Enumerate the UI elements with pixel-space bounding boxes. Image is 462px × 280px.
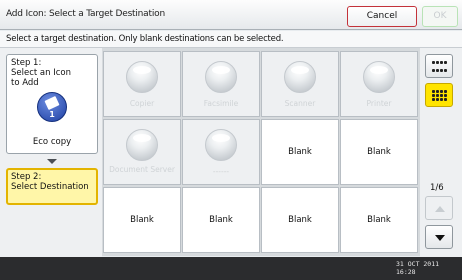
instruction-bar: Select a target destination. Only blank …: [0, 31, 462, 48]
destination-label: Scanner: [284, 99, 316, 108]
destination-label: Blank: [367, 215, 391, 225]
destination-label: Blank: [288, 215, 312, 225]
step-2-panel: Step 2: Select Destination: [6, 168, 98, 205]
cancel-button[interactable]: Cancel: [347, 6, 417, 27]
dots-grid-small-icon: [432, 61, 447, 72]
destination-label: Blank: [209, 215, 233, 225]
page-up-button[interactable]: [425, 196, 453, 220]
dots-grid-large-icon: [432, 90, 447, 101]
dialog-title: Add Icon: Select a Target Destination: [6, 9, 165, 19]
function-placeholder-icon: [126, 61, 158, 93]
instruction-text: Select a target destination. Only blank …: [6, 34, 284, 44]
step-1-panel: Step 1: Select an Icon to Add 1 Eco copy: [6, 54, 98, 154]
page-indicator: 1/6: [430, 183, 444, 193]
destination-label: ------: [212, 167, 230, 176]
destination-label: Facsimile: [203, 99, 239, 108]
function-placeholder-icon: [284, 61, 316, 93]
destination-cell[interactable]: Document Server: [103, 119, 181, 185]
function-placeholder-icon: [205, 129, 237, 161]
status-date: 31 OCT 2011: [396, 260, 440, 268]
destination-label: Blank: [130, 215, 154, 225]
status-time: 16:28: [396, 268, 416, 276]
function-placeholder-icon: [126, 129, 158, 161]
ok-button[interactable]: OK: [422, 6, 458, 27]
arrow-down-icon: [435, 235, 445, 241]
destination-cell[interactable]: Blank: [261, 187, 339, 253]
large-grid-view-button[interactable]: [425, 83, 453, 107]
destination-grid: Copier Facsimile Scanner Printer Document Se…: [102, 48, 420, 256]
destination-label: Document Server: [109, 165, 175, 174]
step-1-label: Step 1: Select an Icon to Add: [11, 58, 71, 88]
destination-label: Printer: [366, 99, 392, 108]
function-placeholder-icon: [205, 61, 237, 93]
destination-cell[interactable]: Blank: [103, 187, 181, 253]
function-placeholder-icon: [363, 61, 395, 93]
step-2-label: Step 2: Select Destination: [11, 172, 89, 192]
steps-panel: Step 1: Select an Icon to Add 1 Eco copy…: [0, 48, 102, 257]
view-sidebar: 1/6: [420, 48, 462, 257]
arrow-up-icon: [435, 206, 445, 212]
small-grid-view-button[interactable]: [425, 54, 453, 78]
destination-cell[interactable]: Printer: [340, 51, 418, 117]
icon-number: 1: [49, 110, 55, 119]
destination-cell[interactable]: Blank: [182, 187, 260, 253]
destination-cell[interactable]: ------: [182, 119, 260, 185]
destination-cell[interactable]: Blank: [261, 119, 339, 185]
destination-label: Blank: [367, 147, 391, 157]
selected-icon-label: Eco copy: [32, 137, 72, 147]
destination-cell[interactable]: Blank: [340, 187, 418, 253]
destination-label: Blank: [288, 147, 312, 157]
date-time: 31 OCT 2011 16:28: [396, 260, 439, 276]
page-down-button[interactable]: [425, 225, 453, 249]
title-bar: Add Icon: Select a Target Destination Ca…: [0, 0, 462, 30]
destination-cell[interactable]: Blank: [340, 119, 418, 185]
eco-copy-icon: 1: [37, 92, 67, 122]
destination-label: Copier: [129, 99, 155, 108]
destination-cell[interactable]: Facsimile: [182, 51, 260, 117]
step-arrow-icon: [47, 159, 57, 164]
status-bar: 31 OCT 2011 16:28: [0, 257, 462, 280]
destination-cell[interactable]: Copier: [103, 51, 181, 117]
destination-cell[interactable]: Scanner: [261, 51, 339, 117]
